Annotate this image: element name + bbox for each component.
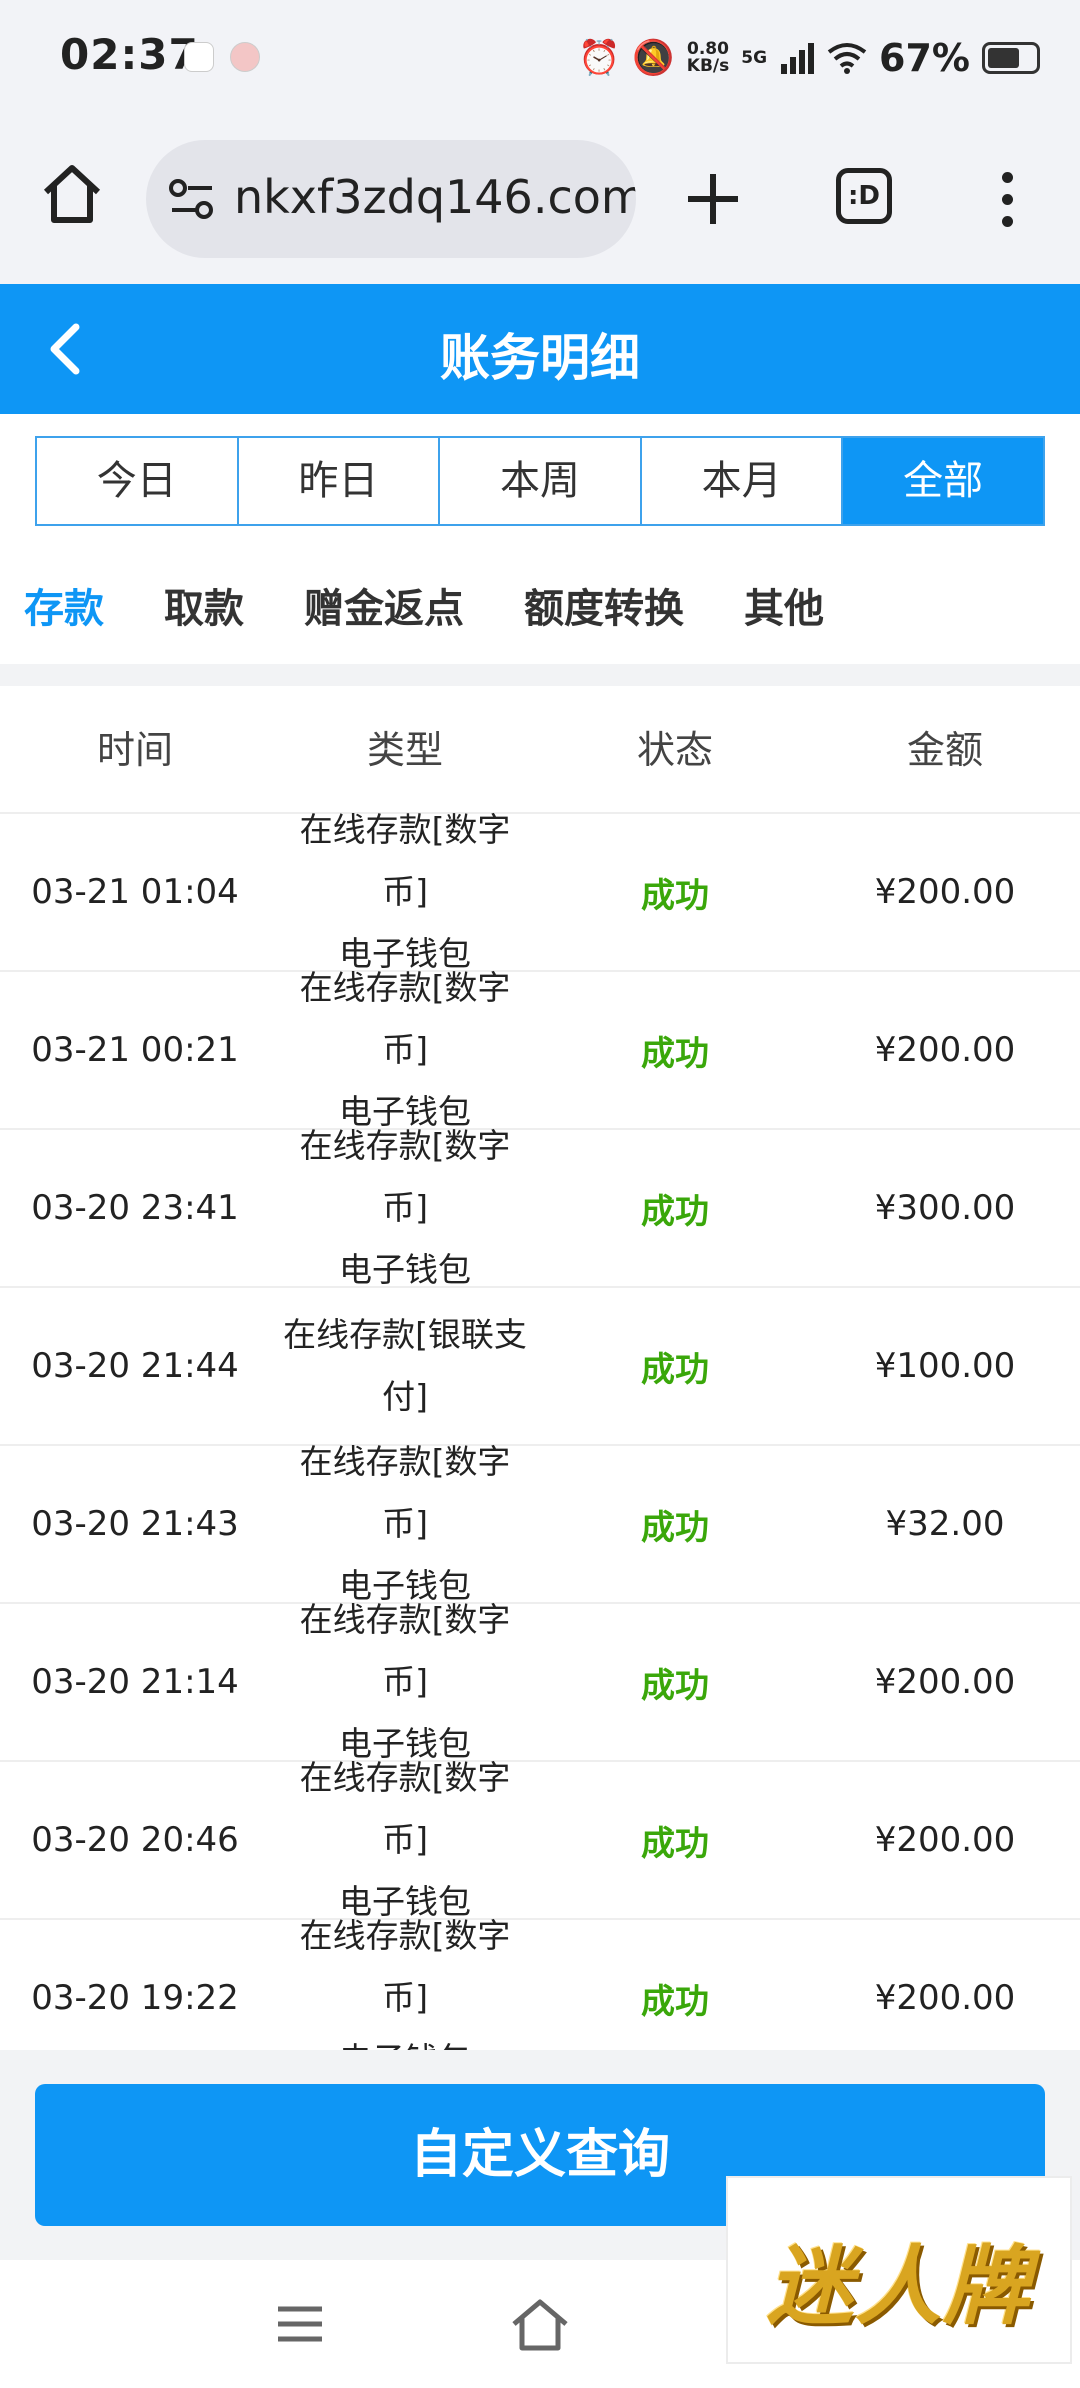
page-title: 账务明细: [440, 329, 640, 387]
table-header: 时间 类型 状态 金额: [0, 686, 1080, 814]
row-time: 03-20 21:43: [31, 1504, 239, 1544]
table-row[interactable]: 03-20 21:44 在线存款[银联支 付] 成功 ¥100.00: [0, 1288, 1080, 1446]
row-amount: ¥200.00: [874, 1662, 1016, 1702]
row-time: 03-20 19:22: [31, 1978, 239, 2018]
brand-watermark: 迷人牌: [726, 2176, 1072, 2364]
nav-home-icon[interactable]: [510, 2298, 570, 2352]
status-time: 02:37: [60, 30, 199, 79]
network-speed: 0.80 KB/s: [687, 41, 729, 75]
table-row[interactable]: 03-20 21:14 在线存款[数字币] 电子钱包 成功 ¥200.00: [0, 1600, 1080, 1763]
row-type-line1: 在线存款[数字币]: [299, 1442, 511, 1543]
row-type: 在线存款[数字币] 电子钱包: [270, 1905, 540, 2050]
column-header-status: 状态: [636, 728, 713, 772]
row-amount: ¥200.00: [874, 872, 1016, 912]
row-status: 成功: [641, 1349, 709, 1390]
status-bar: 02:37 ⏰ 🔕 0.80 KB/s 5G 67%: [0, 0, 1080, 118]
app-header: 账务明细: [0, 284, 1080, 414]
row-type-line1: 在线存款[数字币]: [299, 810, 511, 911]
wifi-icon: [827, 43, 867, 74]
column-header-type: 类型: [366, 728, 443, 772]
row-status: 成功: [641, 1823, 709, 1864]
row-status: 成功: [641, 1507, 709, 1548]
row-status: 成功: [641, 1033, 709, 1074]
row-type-line1: 在线存款[数字币]: [299, 968, 511, 1069]
row-time: 03-20 23:41: [31, 1188, 239, 1228]
new-tab-icon[interactable]: [684, 170, 742, 228]
status-icons: ⏰ 🔕 0.80 KB/s 5G 67%: [578, 30, 1040, 86]
tab-switcher-button[interactable]: :D: [836, 168, 892, 224]
table-row[interactable]: 03-20 20:46 在线存款[数字币] 电子钱包 成功 ¥200.00: [0, 1758, 1080, 1921]
recent-apps-icon[interactable]: [276, 2304, 324, 2344]
bell-muted-icon: 🔕: [632, 38, 675, 78]
row-type-line1: 在线存款[数字币]: [299, 1916, 511, 2017]
row-status: 成功: [641, 875, 709, 916]
tab-bonus-rebate[interactable]: 赠金返点: [304, 576, 464, 634]
row-type-line2: 付]: [382, 1377, 428, 1416]
date-filter-this-month[interactable]: 本月: [641, 438, 844, 524]
tab-transfer[interactable]: 额度转换: [524, 576, 684, 634]
row-amount: ¥300.00: [874, 1188, 1016, 1228]
address-bar[interactable]: nkxf3zdq146.com: [146, 140, 636, 258]
table-row[interactable]: 03-20 19:22 在线存款[数字币] 电子钱包 成功 ¥200.00: [0, 1916, 1080, 2050]
row-type-line1: 在线存款[数字币]: [299, 1600, 511, 1701]
home-icon[interactable]: [38, 160, 106, 228]
row-type: 在线存款[数字币] 电子钱包: [270, 1115, 540, 1301]
table-row[interactable]: 03-20 21:43 在线存款[数字币] 电子钱包 成功 ¥32.00: [0, 1442, 1080, 1605]
tab-withdraw[interactable]: 取款: [164, 576, 244, 634]
row-time: 03-21 00:21: [31, 1030, 239, 1070]
battery-fill: [988, 48, 1019, 68]
table-row[interactable]: 03-21 00:21 在线存款[数字币] 电子钱包 成功 ¥200.00: [0, 968, 1080, 1131]
row-type-line2: 电子钱包: [280, 2029, 530, 2050]
alarm-icon: ⏰: [578, 38, 621, 78]
transactions-table: 时间 类型 状态 金额 03-21 01:04 在线存款[数字币] 电子钱包 成功…: [0, 686, 1080, 2050]
row-time: 03-20 20:46: [31, 1820, 239, 1860]
avatar-notification-icon: [230, 42, 260, 72]
browser-toolbar: nkxf3zdq146.com :D: [0, 118, 1080, 284]
site-settings-icon[interactable]: [168, 176, 216, 222]
battery-icon: [982, 42, 1040, 74]
table-row[interactable]: 03-20 23:41 在线存款[数字币] 电子钱包 成功 ¥300.00: [0, 1126, 1080, 1289]
notification-icon: [184, 42, 214, 72]
row-status: 成功: [641, 1665, 709, 1706]
row-type-line1: 在线存款[数字币]: [299, 1758, 511, 1859]
row-amount: ¥200.00: [874, 1030, 1016, 1070]
category-tabs: 存款 取款 赠金返点 额度转换 其他: [0, 546, 1080, 664]
row-amount: ¥200.00: [874, 1978, 1016, 2018]
row-time: 03-21 01:04: [31, 872, 239, 912]
watermark-text: 迷人牌: [767, 2237, 1031, 2337]
row-type-line2: 电子钱包: [339, 1250, 471, 1289]
battery-percent: 67%: [879, 36, 970, 80]
row-time: 03-20 21:14: [31, 1662, 239, 1702]
column-header-amount: 金额: [906, 728, 983, 772]
column-header-time: 时间: [96, 728, 173, 772]
url-text[interactable]: nkxf3zdq146.com: [234, 170, 636, 224]
network-type: 5G: [741, 48, 768, 68]
row-status: 成功: [641, 1191, 709, 1232]
more-menu-icon[interactable]: [1000, 172, 1014, 228]
row-amount: ¥200.00: [874, 1820, 1016, 1860]
speed-unit: KB/s: [686, 56, 730, 76]
row-amount: ¥100.00: [874, 1346, 1016, 1386]
row-time: 03-20 21:44: [31, 1346, 239, 1386]
row-status: 成功: [641, 1981, 709, 2022]
row-type-line1: 在线存款[银联支: [283, 1315, 527, 1354]
date-filter-today[interactable]: 今日: [37, 438, 239, 524]
date-filter-all[interactable]: 全部: [843, 438, 1043, 524]
signal-icon: [781, 43, 815, 74]
tab-deposit[interactable]: 存款: [24, 576, 104, 634]
row-type: 在线存款[银联支 付]: [270, 1304, 540, 1428]
row-type-line1: 在线存款[数字币]: [299, 1126, 511, 1227]
date-filter-yesterday[interactable]: 昨日: [238, 438, 441, 524]
date-filter-this-week[interactable]: 本周: [440, 438, 642, 524]
date-filter-segments: 今日 昨日 本周 本月 全部: [35, 436, 1045, 526]
date-filter-bar: 今日 昨日 本周 本月 全部: [0, 414, 1080, 546]
tab-other[interactable]: 其他: [744, 576, 824, 634]
row-amount: ¥32.00: [885, 1504, 1005, 1544]
table-row[interactable]: 03-21 01:04 在线存款[数字币] 电子钱包 成功 ¥200.00: [0, 810, 1080, 973]
